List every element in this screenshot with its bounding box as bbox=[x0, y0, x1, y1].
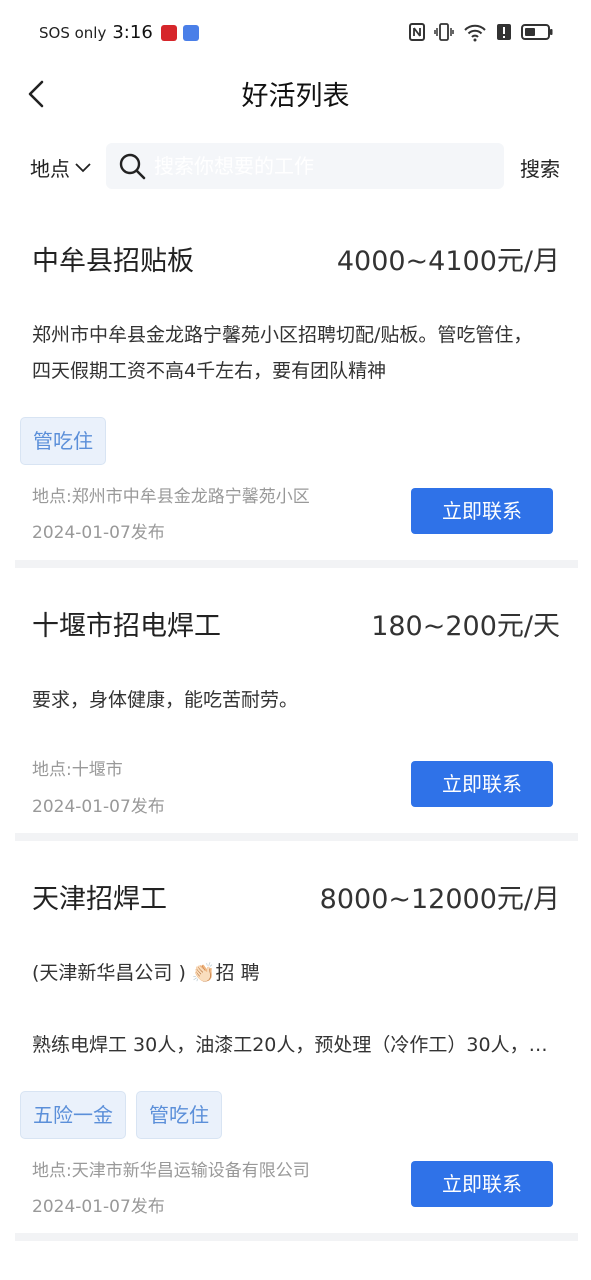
card-divider bbox=[15, 833, 578, 841]
contact-button[interactable]: 立即联系 bbox=[411, 761, 553, 807]
clock: 3:16 bbox=[112, 22, 153, 43]
job-description: 要求，身体健康，能吃苦耐劳。 bbox=[32, 682, 562, 718]
job-description-line bbox=[32, 991, 562, 1027]
job-card[interactable]: 中牟县招贴板 4000~4100元/月 郑州市中牟县金龙路宁馨苑小区招聘切配/贴… bbox=[15, 205, 578, 560]
notification-app-icon bbox=[182, 24, 199, 41]
job-title: 天津招焊工 bbox=[32, 884, 167, 915]
nfc-icon bbox=[409, 23, 425, 41]
job-title: 中牟县招贴板 bbox=[32, 246, 194, 277]
page-title: 好活列表 bbox=[241, 81, 350, 112]
carrier-text: SOS only bbox=[39, 23, 107, 42]
search-input[interactable] bbox=[154, 143, 494, 189]
job-title: 十堰市招电焊工 bbox=[32, 611, 221, 642]
contact-button[interactable]: 立即联系 bbox=[411, 488, 553, 534]
job-description-line: 四天假期工资不高4千左右，要有团队精神 bbox=[32, 360, 387, 382]
job-location: 地点:天津市新华昌运输设备有限公司 bbox=[32, 1161, 310, 1181]
chevron-down-icon bbox=[75, 162, 91, 172]
job-salary: 180~200元/天 bbox=[371, 611, 560, 642]
search-row: 地点 搜索 bbox=[0, 141, 591, 191]
battery-icon bbox=[521, 24, 553, 40]
search-icon bbox=[119, 153, 146, 180]
job-description-line: 郑州市中牟县金龙路宁馨苑小区招聘切配/贴板。管吃管住， bbox=[32, 324, 533, 346]
job-salary: 4000~4100元/月 bbox=[336, 246, 560, 277]
job-description-line: 熟练电焊工 30人，油漆工20人，预处理（冷作工）30人，… bbox=[32, 1034, 548, 1056]
contact-button[interactable]: 立即联系 bbox=[411, 1161, 553, 1207]
job-date: 2024-01-07发布 bbox=[32, 523, 165, 543]
vibrate-icon bbox=[434, 23, 454, 41]
notification-app-icon bbox=[160, 24, 177, 41]
job-description-line: 要求，身体健康，能吃苦耐劳。 bbox=[32, 689, 299, 711]
search-button[interactable]: 搜索 bbox=[520, 153, 560, 182]
wifi-icon bbox=[464, 24, 486, 42]
location-dropdown-label: 地点 bbox=[30, 157, 70, 181]
benefit-tag: 管吃住 bbox=[136, 1091, 222, 1139]
job-tags: 五险一金 管吃住 bbox=[20, 1091, 222, 1139]
location-dropdown[interactable]: 地点 bbox=[30, 153, 92, 182]
card-divider bbox=[15, 560, 578, 568]
job-tags: 管吃住 bbox=[20, 417, 106, 465]
job-location: 地点:郑州市中牟县金龙路宁馨苑小区 bbox=[32, 487, 310, 507]
benefit-tag: 五险一金 bbox=[20, 1091, 126, 1139]
job-description: 郑州市中牟县金龙路宁馨苑小区招聘切配/贴板。管吃管住， 四天假期工资不高4千左右… bbox=[32, 317, 562, 389]
top-nav-bar: 好活列表 bbox=[0, 66, 591, 126]
job-salary: 8000~12000元/月 bbox=[319, 884, 560, 915]
job-card[interactable]: 天津招焊工 8000~12000元/月 (天津新华昌公司 ) 👏🏻招 聘 熟练电… bbox=[15, 841, 578, 1233]
job-description: (天津新华昌公司 ) 👏🏻招 聘 熟练电焊工 30人，油漆工20人，预处理（冷作… bbox=[32, 955, 562, 1063]
job-description-line: (天津新华昌公司 ) 👏🏻招 聘 bbox=[32, 962, 260, 984]
job-card[interactable]: 十堰市招电焊工 180~200元/天 要求，身体健康，能吃苦耐劳。 地点:十堰市… bbox=[15, 568, 578, 833]
job-date: 2024-01-07发布 bbox=[32, 797, 165, 817]
job-date: 2024-01-07发布 bbox=[32, 1197, 165, 1217]
search-box bbox=[106, 143, 504, 189]
card-divider bbox=[15, 1233, 578, 1241]
alert-icon bbox=[497, 24, 511, 40]
job-location: 地点:十堰市 bbox=[32, 760, 123, 780]
status-bar: SOS only 3:16 bbox=[0, 0, 591, 66]
benefit-tag: 管吃住 bbox=[20, 417, 106, 465]
